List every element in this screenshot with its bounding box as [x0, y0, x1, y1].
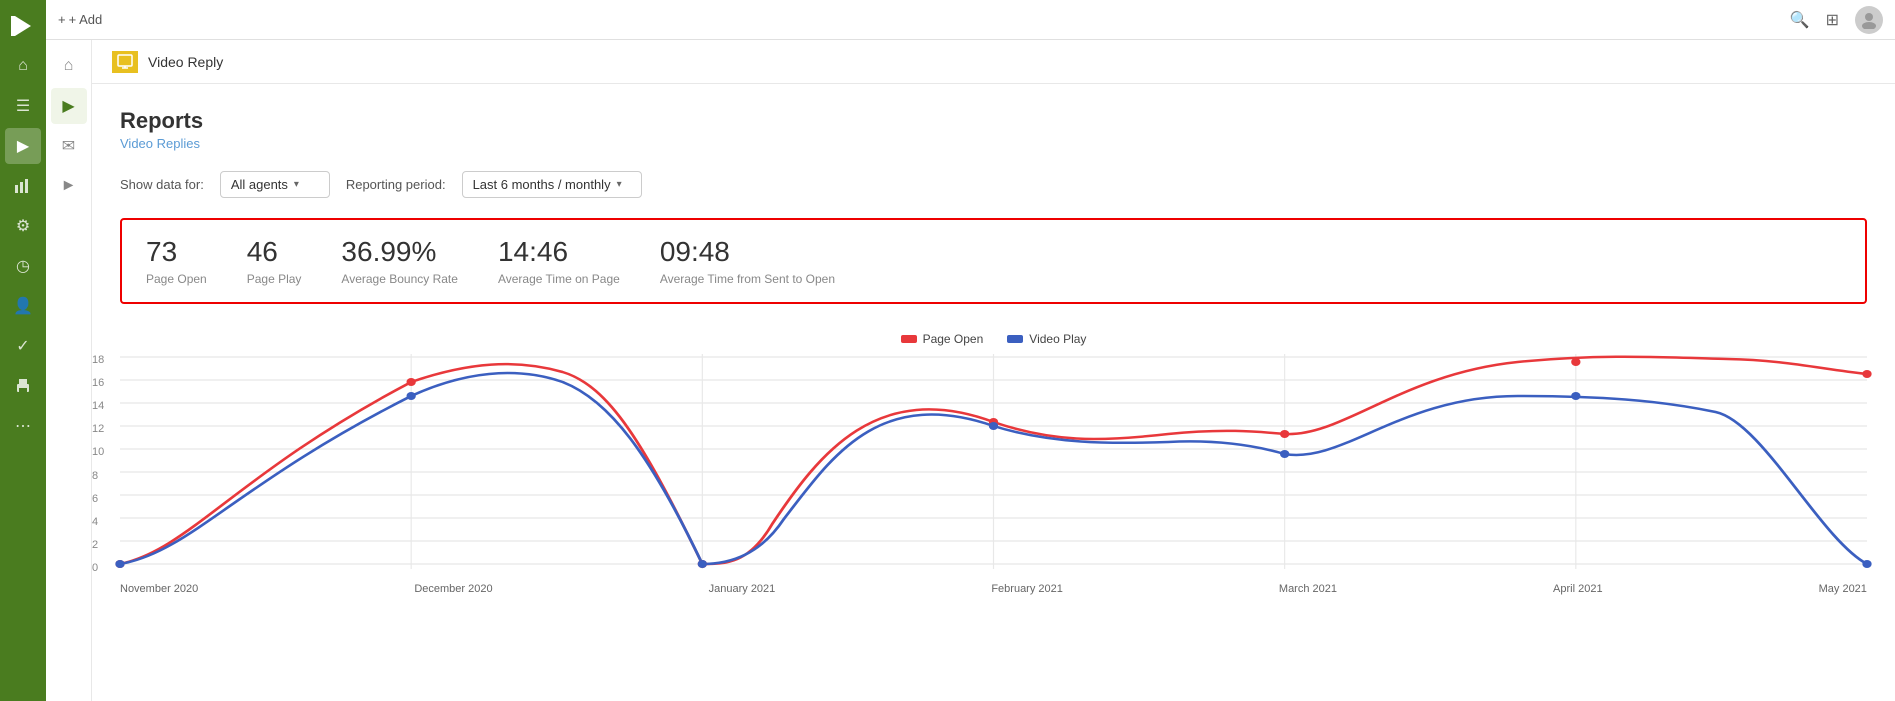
avatar[interactable]: [1855, 6, 1883, 34]
sidebar-item-print[interactable]: [5, 368, 41, 404]
plus-icon: +: [58, 12, 66, 27]
stat-value: 46: [247, 236, 302, 268]
main-content: Reports Video Replies Show data for: All…: [92, 84, 1895, 701]
period-value: Last 6 months / monthly: [473, 177, 611, 192]
period-chevron-icon: ▾: [617, 179, 622, 190]
sec-home-icon[interactable]: ⌂: [51, 48, 87, 84]
sidebar-item-time[interactable]: ◷: [5, 248, 41, 284]
stat-label: Average Time on Page: [498, 272, 620, 286]
legend-label: Video Play: [1029, 332, 1086, 346]
chart-legend: Page Open Video Play: [120, 332, 1867, 346]
main-container: + + Add 🔍 ⊞ ⌂ ▶ ✉ ► Video Reply: [46, 0, 1895, 701]
show-data-label: Show data for:: [120, 177, 204, 192]
legend-color: [1007, 335, 1023, 343]
page-header: Video Reply: [92, 40, 1895, 84]
x-label: May 2021: [1819, 583, 1867, 595]
topbar: + + Add 🔍 ⊞: [46, 0, 1895, 40]
main-sidebar: ⌂ ☰ ▶ ⚙ ◷ 👤 ✓ ⋯: [0, 0, 46, 701]
sec-mail-icon[interactable]: ✉: [51, 128, 87, 164]
x-label: March 2021: [1279, 583, 1337, 595]
agents-filter[interactable]: All agents ▾: [220, 171, 330, 198]
page-header-title: Video Reply: [148, 54, 223, 70]
stat-value: 36.99%: [341, 236, 458, 268]
sidebar-item-list[interactable]: ☰: [5, 88, 41, 124]
filters-row: Show data for: All agents ▾ Reporting pe…: [120, 171, 1867, 198]
sec-play-icon[interactable]: ▶: [51, 88, 87, 124]
x-label: January 2021: [709, 583, 776, 595]
y-axis: 0 2 4 6 8 10 12 14 16 18: [92, 354, 104, 574]
page-header-icon: [112, 51, 138, 73]
stats-box: 73 Page Open 46 Page Play 36.99% Average…: [120, 218, 1867, 304]
legend-color: [901, 335, 917, 343]
sidebar-item-home[interactable]: ⌂: [5, 48, 41, 84]
search-icon[interactable]: 🔍: [1790, 10, 1810, 30]
sidebar-item-video[interactable]: ▶: [5, 128, 41, 164]
agents-chevron-icon: ▾: [294, 179, 299, 190]
sidebar-item-settings[interactable]: ⚙: [5, 208, 41, 244]
add-label: + Add: [69, 12, 103, 27]
legend-item: Page Open: [901, 332, 984, 346]
secondary-sidebar: ⌂ ▶ ✉ ►: [46, 40, 92, 701]
grid-icon[interactable]: ⊞: [1826, 10, 1839, 30]
stat-label: Average Time from Sent to Open: [660, 272, 835, 286]
chart-area: 0 2 4 6 8 10 12 14 16 18 November 2: [120, 354, 1867, 595]
stat-item: 09:48 Average Time from Sent to Open: [660, 236, 835, 286]
stat-value: 14:46: [498, 236, 620, 268]
content-area: ⌂ ▶ ✉ ► Video Reply Reports Video Replie…: [46, 40, 1895, 701]
stat-label: Average Bouncy Rate: [341, 272, 458, 286]
stat-value: 09:48: [660, 236, 835, 268]
stat-item: 73 Page Open: [146, 236, 207, 286]
agents-value: All agents: [231, 177, 288, 192]
x-label: December 2020: [414, 583, 492, 595]
x-label: November 2020: [120, 583, 198, 595]
period-filter[interactable]: Last 6 months / monthly ▾: [462, 171, 642, 198]
reports-title: Reports: [120, 108, 1867, 134]
chart-container: Page Open Video Play: [120, 332, 1867, 592]
sidebar-item-dots[interactable]: ⋯: [5, 408, 41, 444]
app-logo[interactable]: [5, 8, 41, 44]
reports-subtitle[interactable]: Video Replies: [120, 136, 1867, 151]
right-panel: Video Reply Reports Video Replies Show d…: [92, 40, 1895, 701]
add-button[interactable]: + + Add: [58, 12, 102, 27]
stat-item: 14:46 Average Time on Page: [498, 236, 620, 286]
stat-item: 46 Page Play: [247, 236, 302, 286]
reporting-label: Reporting period:: [346, 177, 446, 192]
legend-item: Video Play: [1007, 332, 1086, 346]
x-axis: November 2020 December 2020 January 2021 Fe…: [120, 583, 1867, 595]
x-label: February 2021: [991, 583, 1063, 595]
stat-value: 73: [146, 236, 207, 268]
topbar-right: 🔍 ⊞: [1790, 6, 1883, 34]
sidebar-item-chart[interactable]: [5, 168, 41, 204]
stat-label: Page Play: [247, 272, 302, 286]
legend-label: Page Open: [923, 332, 984, 346]
sidebar-item-person[interactable]: 👤: [5, 288, 41, 324]
stat-label: Page Open: [146, 272, 207, 286]
x-label: April 2021: [1553, 583, 1603, 595]
sidebar-item-check[interactable]: ✓: [5, 328, 41, 364]
sec-video-icon[interactable]: ►: [51, 168, 87, 204]
stat-item: 36.99% Average Bouncy Rate: [341, 236, 458, 286]
